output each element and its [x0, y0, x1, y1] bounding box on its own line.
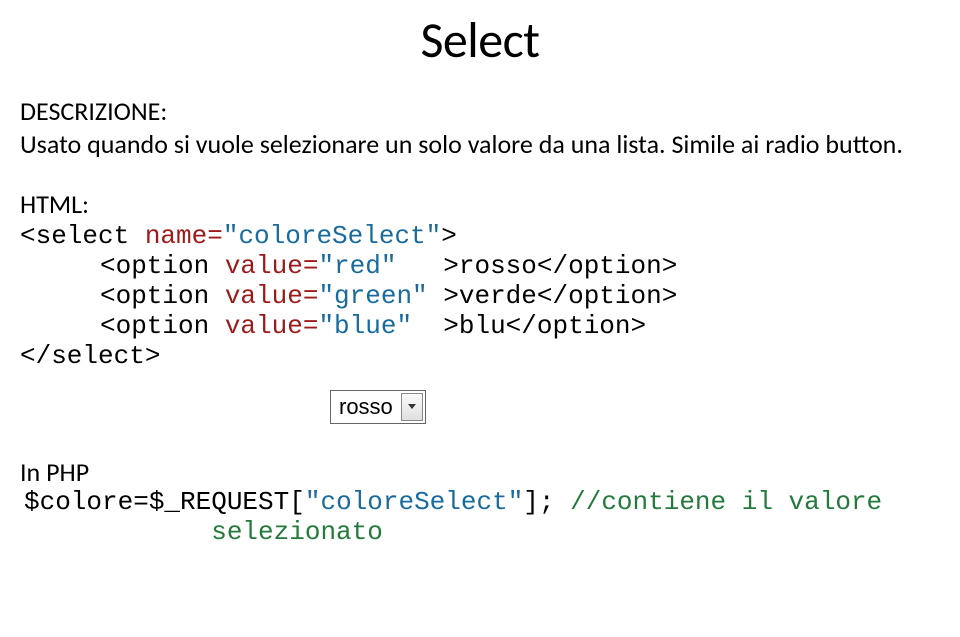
code-attr-value: "blue" [318, 311, 443, 341]
dropdown-button[interactable] [401, 393, 423, 421]
code-attr-name: value= [209, 311, 318, 341]
code-token: <option [100, 281, 209, 311]
html-label: HTML: [20, 188, 940, 220]
code-token: <option [100, 311, 209, 341]
code-attr-value: "red" [318, 251, 443, 281]
code-token: </select> [20, 341, 160, 371]
code-attr-name: value= [209, 281, 318, 311]
select-dropdown-illustration[interactable]: rosso [330, 390, 426, 424]
description-text: Usato quando si vuole selezionare un sol… [20, 129, 940, 160]
select-selected-value: rosso [339, 394, 401, 420]
code-token: >verde</option> [443, 281, 677, 311]
code-token: <option [100, 251, 209, 281]
code-attr-value: "green" [318, 281, 443, 311]
code-token: $colore=$_REQUEST[ [24, 487, 305, 517]
code-token: >blu</option> [443, 311, 646, 341]
php-code-block: $colore=$_REQUEST["coloreSelect"]; //con… [20, 488, 940, 548]
code-string: "coloreSelect" [305, 487, 523, 517]
code-attr-name: name= [129, 221, 223, 251]
code-token: ]; [523, 487, 570, 517]
php-label: In PHP [20, 456, 940, 488]
code-comment: //contiene il valore [570, 487, 882, 517]
code-comment: selezionato [24, 517, 383, 547]
code-attr-name: value= [209, 251, 318, 281]
code-token: > [441, 221, 457, 251]
slide-content: Select DESCRIZIONE: Usato quando si vuol… [0, 0, 960, 547]
code-token: >rosso</option> [443, 251, 677, 281]
code-token: <select [20, 221, 129, 251]
chevron-down-icon [408, 404, 416, 409]
code-attr-value: "coloreSelect" [223, 221, 441, 251]
html-code-block: <select name="coloreSelect"> <option val… [20, 222, 940, 371]
description-label: DESCRIZIONE: [20, 95, 940, 127]
slide-title: Select [20, 10, 940, 71]
